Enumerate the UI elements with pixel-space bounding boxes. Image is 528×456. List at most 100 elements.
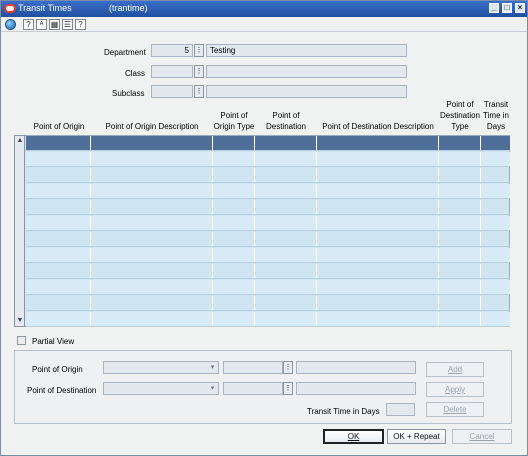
department-description-field: Testing [206, 44, 407, 57]
point-of-destination-type-select[interactable]: ▾ [103, 382, 219, 395]
grid-column-separator [90, 168, 91, 182]
grid-row[interactable] [26, 168, 510, 183]
column-header-point-of-origin-type[interactable]: Point of Origin Type [213, 96, 255, 132]
grid-row[interactable] [26, 264, 510, 279]
grid-column-separator [212, 264, 213, 278]
grid-row[interactable] [26, 232, 510, 247]
grid-row[interactable] [26, 216, 510, 231]
grid-column-separator [316, 152, 317, 166]
class-lov-button[interactable]: ⋮ [194, 65, 204, 78]
grid-column-separator [90, 152, 91, 166]
grid-column-separator [480, 152, 481, 166]
grid-column-separator [438, 136, 439, 150]
partial-view-checkbox[interactable] [17, 336, 26, 345]
grid-column-separator [316, 280, 317, 294]
grid-column-separator [90, 136, 91, 150]
transit-time-field[interactable] [386, 403, 415, 416]
scroll-down-icon[interactable]: ▼ [16, 317, 24, 325]
grid-column-separator [212, 152, 213, 166]
department-label: Department [104, 48, 146, 57]
help-icon[interactable]: ? [23, 19, 34, 30]
column-header-point-of-destination-type[interactable]: Point of Destination Type [439, 96, 481, 132]
grid-column-separator [316, 136, 317, 150]
grid-column-separator [316, 296, 317, 310]
globe-icon[interactable] [5, 19, 16, 30]
question-icon[interactable]: ? [75, 19, 86, 30]
grid-column-separator [212, 136, 213, 150]
point-of-origin-type-select[interactable]: ▾ [103, 361, 219, 374]
grid-column-separator [480, 200, 481, 214]
cancel-button[interactable]: Cancel [452, 429, 512, 444]
grid-column-separator [212, 312, 213, 326]
close-button[interactable]: × [515, 3, 525, 13]
grid-column-separator [254, 248, 255, 262]
point-of-destination-lov-button[interactable]: ⋮ [283, 382, 293, 395]
column-header-point-of-origin-description[interactable]: Point of Origin Description [91, 96, 213, 132]
add-button[interactable]: Add [426, 362, 484, 377]
chevron-down-icon: ▾ [210, 364, 215, 371]
grid-column-separator [316, 248, 317, 262]
grid-column-separator [438, 216, 439, 230]
grid-row[interactable] [26, 248, 510, 263]
column-header-transit-time-in-days[interactable]: Transit Time in Days [481, 96, 511, 132]
department-field[interactable]: 5 [151, 44, 193, 57]
department-lov-button[interactable]: ⋮ [194, 44, 204, 57]
grid-row[interactable] [26, 312, 510, 327]
window-title: Transit Times [18, 3, 72, 13]
column-header-point-of-origin[interactable]: Point of Origin [27, 96, 91, 132]
point-of-destination-field[interactable] [223, 382, 283, 395]
grid-column-separator [480, 296, 481, 310]
grid-row[interactable] [26, 296, 510, 311]
class-description-field [206, 65, 407, 78]
grid-column-separator [90, 248, 91, 262]
grid-column-separator [90, 312, 91, 326]
grid-column-separator [480, 264, 481, 278]
window-subtitle: (trantime) [109, 3, 148, 13]
grid-row[interactable] [26, 200, 510, 215]
cancel-button-label: Cancel [469, 432, 495, 441]
grid-column-separator [438, 280, 439, 294]
grid-column-separator [438, 248, 439, 262]
point-of-origin-label: Point of Origin [32, 365, 83, 374]
grid-column-separator [438, 184, 439, 198]
grid-row[interactable] [26, 184, 510, 199]
document-icon[interactable]: ▦ [49, 19, 60, 30]
grid-column-separator [316, 168, 317, 182]
grid-body[interactable] [14, 135, 510, 327]
grid-column-separator [254, 280, 255, 294]
grid-column-separator [254, 184, 255, 198]
delete-button[interactable]: Delete [426, 402, 484, 417]
grid-column-separator [90, 296, 91, 310]
grid-column-separator [438, 168, 439, 182]
point-of-origin-lov-button[interactable]: ⋮ [283, 361, 293, 374]
spellcheck-icon[interactable]: ᴬ [36, 19, 47, 30]
apply-button-label: Apply [444, 385, 465, 394]
grid-row-selected[interactable] [26, 136, 510, 151]
class-label: Class [125, 69, 146, 78]
grid-column-separator [254, 296, 255, 310]
list-icon[interactable]: ☰ [62, 19, 73, 30]
column-header-point-of-destination[interactable]: Point of Destination [255, 96, 317, 132]
column-header-point-of-destination-description[interactable]: Point of Destination Description [317, 96, 439, 132]
point-of-origin-field[interactable] [223, 361, 283, 374]
scroll-up-icon[interactable]: ▲ [16, 137, 24, 145]
ok-button[interactable]: OK [323, 429, 384, 444]
grid-column-separator [480, 136, 481, 150]
grid-column-separator [438, 200, 439, 214]
grid-column-separator [90, 264, 91, 278]
grid-column-separator [480, 216, 481, 230]
grid-row[interactable] [26, 152, 510, 167]
apply-button[interactable]: Apply [426, 382, 484, 397]
grid-column-separator [254, 152, 255, 166]
grid-row[interactable] [26, 280, 510, 295]
grid-vertical-scrollbar[interactable]: ▲ ▼ [14, 135, 25, 327]
title-bar: Transit Times (trantime) _ □ × [1, 1, 527, 17]
grid-column-separator [212, 248, 213, 262]
grid-column-separator [212, 184, 213, 198]
minimize-button[interactable]: _ [489, 3, 499, 13]
transit-times-window: Transit Times (trantime) _ □ × ? ᴬ ▦ ☰ ?… [0, 0, 528, 456]
class-field[interactable] [151, 65, 193, 78]
maximize-button[interactable]: □ [502, 3, 512, 13]
ok-repeat-button[interactable]: OK + Repeat [387, 429, 446, 444]
transit-times-grid: Point of Origin Point of Origin Descript… [14, 96, 510, 327]
